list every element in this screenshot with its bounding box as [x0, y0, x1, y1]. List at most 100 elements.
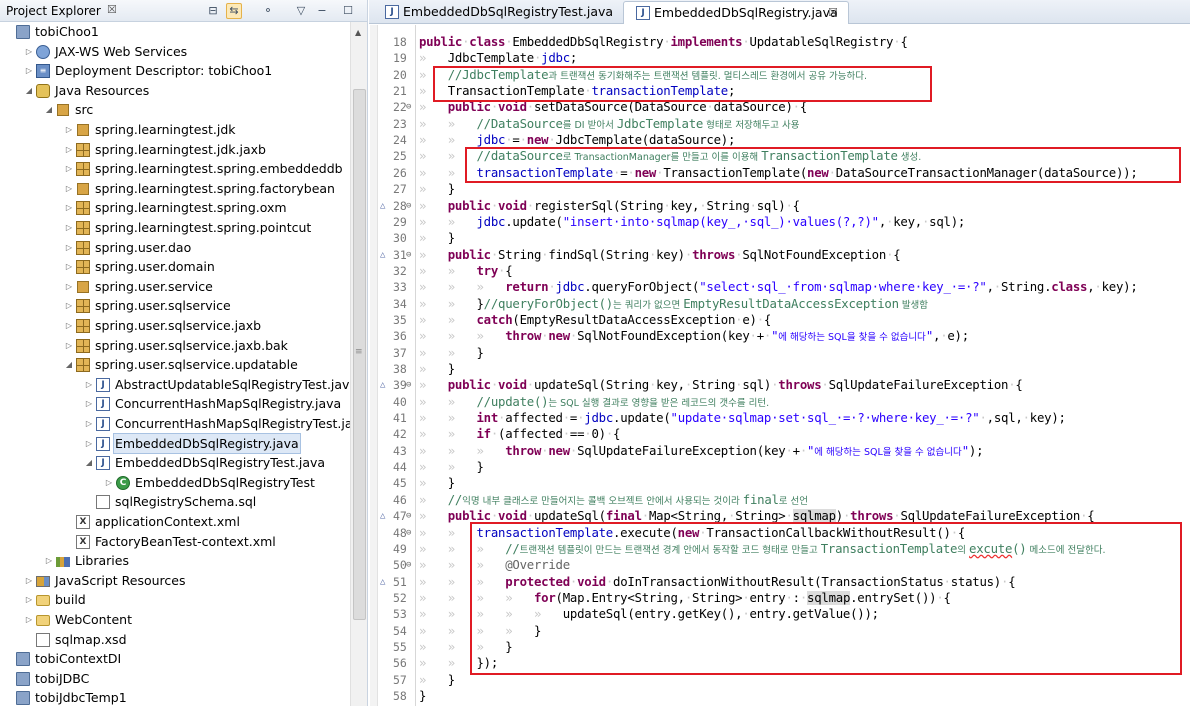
close-icon[interactable]: ☒ [828, 2, 838, 24]
fold-toggle-icon[interactable]: ⊖ [406, 247, 411, 263]
collapsed-triangle-icon[interactable]: ▷ [44, 551, 54, 570]
view-menu-icon[interactable]: ⚬ [260, 3, 276, 19]
collapsed-triangle-icon[interactable]: ▷ [64, 316, 74, 335]
expanded-triangle-icon[interactable]: ◢ [84, 453, 94, 472]
code-line[interactable]: » public·void·updateSql(final·Map<String… [419, 508, 1095, 524]
collapsed-triangle-icon[interactable]: ▷ [64, 140, 74, 159]
code-line[interactable]: » » //dataSource로 TransactionManager를 만들… [419, 148, 921, 164]
code-line[interactable]: » » » » for(Map.Entry<String,·String>·en… [419, 590, 951, 606]
code-line[interactable]: » public·void·registerSql(String·key,·St… [419, 198, 800, 214]
code-line[interactable]: » } [419, 361, 455, 377]
code-line[interactable]: » public·String·findSql(String·key)·thro… [419, 247, 901, 263]
code-line[interactable]: » //익명 내부 클래스로 만들어지는 콜백 오브젝트 안에서 사용되는 것이… [419, 492, 808, 508]
tree-item[interactable]: tobiChoo1 [0, 22, 350, 42]
override-marker-icon[interactable]: △ [380, 377, 385, 393]
tree-item[interactable]: ▷ spring.learningtest.jdk.jaxb [0, 140, 350, 160]
collapsed-triangle-icon[interactable]: ▷ [64, 159, 74, 178]
tree-item[interactable]: ▷ spring.learningtest.spring.pointcut [0, 218, 350, 238]
collapsed-triangle-icon[interactable]: ▷ [64, 198, 74, 217]
code-line[interactable]: » » » protected·void·doInTransactionWith… [419, 574, 1016, 590]
code-line[interactable]: » public·void·setDataSource(DataSource·d… [419, 99, 807, 115]
collapsed-triangle-icon[interactable]: ▷ [24, 42, 34, 61]
tree-item[interactable]: ▷ J AbstractUpdatableSqlRegistryTest.java [0, 375, 350, 395]
code-line[interactable]: » » » » } [419, 623, 541, 639]
code-line[interactable]: public·class·EmbeddedDbSqlRegistry·imple… [419, 34, 908, 50]
tab-embeddeddbsqlregistry-java[interactable]: J EmbeddedDbSqlRegistry.java ☒ [623, 1, 849, 24]
tree-item[interactable]: ▷ spring.learningtest.spring.oxm [0, 198, 350, 218]
collapsed-triangle-icon[interactable]: ▷ [84, 394, 94, 413]
code-line[interactable]: } [419, 688, 426, 704]
tree-item[interactable]: ▷ ≡ Deployment Descriptor: tobiChoo1 [0, 61, 350, 81]
tree-item[interactable]: ▷ spring.learningtest.spring.factorybean [0, 179, 350, 199]
fold-toggle-icon[interactable]: ⊖ [406, 525, 411, 541]
collapsed-triangle-icon[interactable]: ▷ [104, 473, 114, 492]
code-line[interactable]: » » catch(EmptyResultDataAccessException… [419, 312, 771, 328]
collapsed-triangle-icon[interactable]: ▷ [64, 257, 74, 276]
tree-item[interactable]: ◢ spring.user.sqlservice.updatable [0, 355, 350, 375]
project-explorer-title[interactable]: Project Explorer [6, 4, 101, 18]
code-line[interactable]: » » }//queryForObject()는 쿼리가 없으면 EmptyRe… [419, 296, 928, 312]
close-icon[interactable]: ☒ [107, 3, 117, 16]
code-line[interactable]: » » //update()는 SQL 실행 결과로 영향을 받은 레코드의 갯… [419, 394, 769, 410]
expanded-triangle-icon[interactable]: ◢ [64, 355, 74, 374]
code-line[interactable]: » » try·{ [419, 263, 513, 279]
tree-item[interactable]: ▷ spring.user.dao [0, 238, 350, 258]
collapsed-triangle-icon[interactable]: ▷ [64, 277, 74, 296]
code-line[interactable]: » » jdbc.update("insert·into·sqlmap(key_… [419, 214, 965, 230]
code-line[interactable]: » » }); [419, 655, 498, 671]
tree-item[interactable]: ▷ spring.learningtest.spring.embeddeddb [0, 159, 350, 179]
code-line[interactable]: » public·void·updateSql(String·key,·Stri… [419, 377, 1023, 393]
code-line[interactable]: » » » return·jdbc.queryForObject("select… [419, 279, 1138, 295]
tree-item[interactable]: ▷ spring.user.domain [0, 257, 350, 277]
code-line[interactable]: » » jdbc·=·new·JdbcTemplate(dataSource); [419, 132, 735, 148]
expanded-triangle-icon[interactable]: ◢ [24, 81, 34, 100]
tree-item[interactable]: ◢ src [0, 100, 350, 120]
fold-toggle-icon[interactable]: ⊖ [406, 557, 411, 573]
override-marker-icon[interactable]: △ [380, 198, 385, 214]
expanded-triangle-icon[interactable]: ◢ [44, 100, 54, 119]
code-line[interactable]: » » » //트랜잭션 템플릿이 만드는 트랜잭션 경계 안에서 동작할 코드… [419, 541, 1105, 557]
tree-item[interactable]: ▷ spring.user.sqlservice.jaxb [0, 316, 350, 336]
code-line[interactable]: » JdbcTemplate·jdbc; [419, 50, 577, 66]
tree-item[interactable]: ▷ JavaScript Resources [0, 571, 350, 591]
code-line[interactable]: » } [419, 475, 455, 491]
tree-item[interactable]: ▷ J ConcurrentHashMapSqlRegistry.java [0, 394, 350, 414]
code-line[interactable]: » } [419, 181, 455, 197]
tree-item[interactable]: ▷ Libraries [0, 551, 350, 571]
tree-item[interactable]: ▷ J ConcurrentHashMapSqlRegistryTest.java [0, 414, 350, 434]
collapsed-triangle-icon[interactable]: ▷ [84, 414, 94, 433]
collapsed-triangle-icon[interactable]: ▷ [84, 375, 94, 394]
scroll-up-icon[interactable]: ▲ [355, 28, 361, 37]
collapsed-triangle-icon[interactable]: ▷ [64, 120, 74, 139]
code-line[interactable]: » » » throw·new·SqlUpdateFailureExceptio… [419, 443, 990, 459]
code-line[interactable]: » » transactionTemplate·=·new·Transactio… [419, 165, 1138, 181]
tree-item[interactable]: ▷ JAX-WS Web Services [0, 42, 350, 62]
collapsed-triangle-icon[interactable]: ▷ [24, 61, 34, 80]
collapsed-triangle-icon[interactable]: ▷ [64, 336, 74, 355]
maximize-icon[interactable]: ☐ [340, 3, 356, 19]
overview-ruler[interactable] [370, 25, 378, 706]
tree-item[interactable]: ▷ J EmbeddedDbSqlRegistry.java [0, 432, 350, 454]
tree-item[interactable]: tobiJDBC [0, 669, 350, 689]
fold-toggle-icon[interactable]: ⊖ [406, 198, 411, 214]
code-line[interactable]: » » } [419, 345, 484, 361]
tree-item[interactable]: ▷ spring.user.service [0, 277, 350, 297]
fold-toggle-icon[interactable]: ⊖ [406, 99, 411, 115]
code-line[interactable]: » TransactionTemplate·transactionTemplat… [419, 83, 735, 99]
tree-item[interactable]: tobiJdbcTemp1 [0, 688, 350, 706]
link-with-editor-icon[interactable]: ⇆ [226, 3, 242, 19]
tree-item[interactable]: ▷ build [0, 590, 350, 610]
collapsed-triangle-icon[interactable]: ▷ [84, 434, 94, 453]
tree-item[interactable]: XapplicationContext.xml [0, 512, 350, 532]
fold-toggle-icon[interactable]: ⊖ [406, 377, 411, 393]
collapsed-triangle-icon[interactable]: ▷ [24, 590, 34, 609]
tree-item[interactable]: ◢ J EmbeddedDbSqlRegistryTest.java [0, 453, 350, 473]
tree-item[interactable]: tobiContextDI [0, 649, 350, 669]
tree-item[interactable]: ▷ C EmbeddedDbSqlRegistryTest [0, 473, 350, 493]
tree-item[interactable]: ▷ spring.user.sqlservice [0, 296, 350, 316]
code-line[interactable]: » » » throw·new·SqlNotFoundException(key… [419, 328, 969, 344]
code-line[interactable]: » » » » » updateSql(entry.getKey(),·entr… [419, 606, 879, 622]
collapsed-triangle-icon[interactable]: ▷ [24, 610, 34, 629]
code-line[interactable]: » } [419, 230, 455, 246]
code-line[interactable]: » » if·(affected·==·0)·{ [419, 426, 620, 442]
